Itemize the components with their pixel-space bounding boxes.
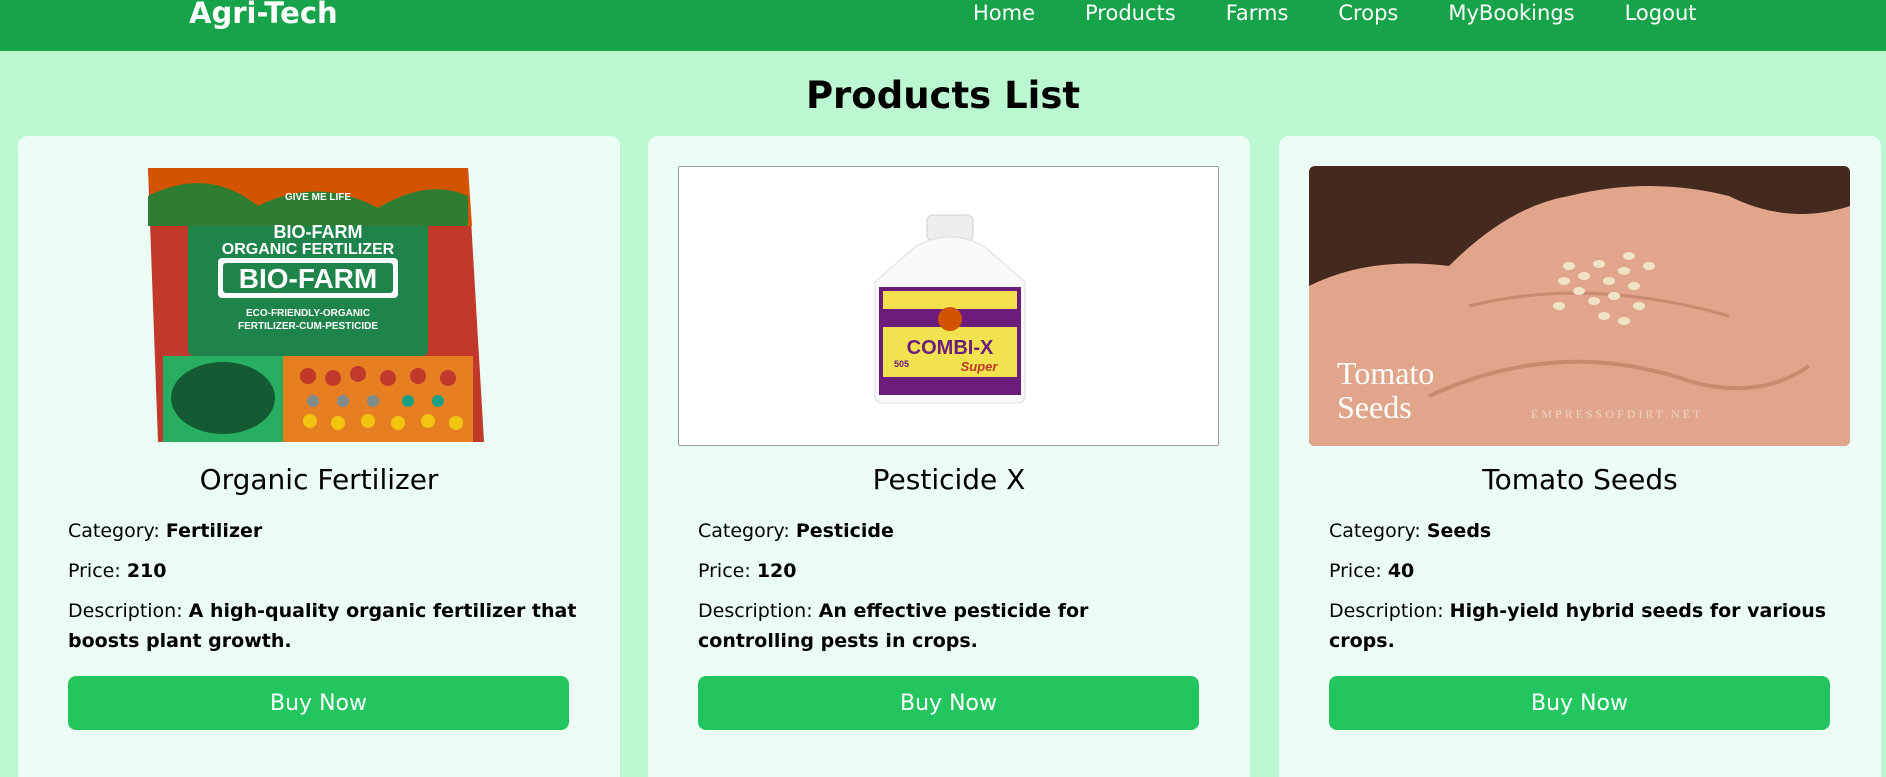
pesticide-bottle-image: COMBI-X Super 505 — [679, 167, 1218, 445]
product-category: Category: Pesticide — [698, 520, 894, 542]
product-image: GIVE ME LIFE BIO-FARM ORGANIC FERTILIZER… — [48, 166, 589, 446]
product-category: Category: Seeds — [1329, 520, 1492, 542]
product-description: Description: High-yield hybrid seeds for… — [1329, 600, 1827, 652]
bag-text-6: FERTILIZER-CUM-PESTICIDE — [238, 321, 378, 332]
category-value: Fertilizer — [165, 520, 263, 542]
bag-text-4: BIO-FARM — [239, 263, 377, 294]
bottle-text-1: COMBI-X — [907, 337, 994, 359]
brand-logo[interactable]: Agri-Tech — [189, 0, 338, 28]
price-value: 120 — [756, 560, 797, 582]
bag-text-3: ORGANIC FERTILIZER — [222, 241, 395, 258]
price-value: 40 — [1387, 560, 1415, 582]
bottle-text-2: Super — [961, 359, 999, 374]
product-card: GIVE ME LIFE BIO-FARM ORGANIC FERTILIZER… — [18, 136, 620, 777]
buy-now-button[interactable]: Buy Now — [698, 676, 1199, 730]
nav-logout-link[interactable]: Logout — [1625, 0, 1697, 26]
bag-text-5: ECO-FRIENDLY-ORGANIC — [246, 308, 370, 319]
product-image: COMBI-X Super 505 — [678, 166, 1219, 446]
product-name: Organic Fertilizer — [199, 463, 439, 496]
category-value: Pesticide — [795, 520, 894, 542]
nav-farms-link[interactable]: Farms — [1226, 0, 1289, 26]
image-text-1: Tomato — [1337, 355, 1434, 391]
bag-text-1: GIVE ME LIFE — [285, 192, 351, 203]
product-description: Description: A high-quality organic fert… — [68, 600, 577, 652]
nav-mybookings-link[interactable]: MyBookings — [1448, 0, 1574, 26]
buy-now-button[interactable]: Buy Now — [68, 676, 569, 730]
product-description: Description: An effective pesticide for … — [698, 600, 1089, 652]
product-card: Tomato Seeds EMPRESSOFDIRT.NET Tomato Se… — [1279, 136, 1881, 777]
image-watermark: EMPRESSOFDIRT.NET — [1531, 407, 1703, 421]
tomato-seeds-image: Tomato Seeds EMPRESSOFDIRT.NET — [1309, 166, 1850, 446]
buy-now-button[interactable]: Buy Now — [1329, 676, 1830, 730]
product-price: Price: 210 — [68, 560, 167, 582]
fertilizer-bag-image: GIVE ME LIFE BIO-FARM ORGANIC FERTILIZER… — [48, 166, 589, 446]
navbar: Agri-Tech Home Products Farms Crops MyBo… — [0, 0, 1886, 51]
image-text-2: Seeds — [1337, 389, 1412, 425]
product-image: Tomato Seeds EMPRESSOFDIRT.NET — [1309, 166, 1850, 446]
product-price: Price: 120 — [698, 560, 797, 582]
bottle-text-3: 505 — [894, 359, 909, 369]
product-card: COMBI-X Super 505 Pesticide X Category: … — [648, 136, 1250, 777]
page-title: Products List — [805, 74, 1081, 117]
nav-home-link[interactable]: Home — [973, 0, 1035, 26]
nav-crops-link[interactable]: Crops — [1338, 0, 1398, 26]
category-value: Seeds — [1426, 520, 1492, 542]
nav-products-link[interactable]: Products — [1085, 0, 1176, 26]
product-price: Price: 40 — [1329, 560, 1415, 582]
product-name: Pesticide X — [872, 463, 1026, 496]
price-value: 210 — [126, 560, 167, 582]
product-category: Category: Fertilizer — [68, 520, 263, 542]
bag-text-2: BIO-FARM — [274, 222, 363, 242]
product-name: Tomato Seeds — [1482, 463, 1678, 496]
nav-links: Home Products Farms Crops MyBookings Log… — [973, 0, 1747, 26]
